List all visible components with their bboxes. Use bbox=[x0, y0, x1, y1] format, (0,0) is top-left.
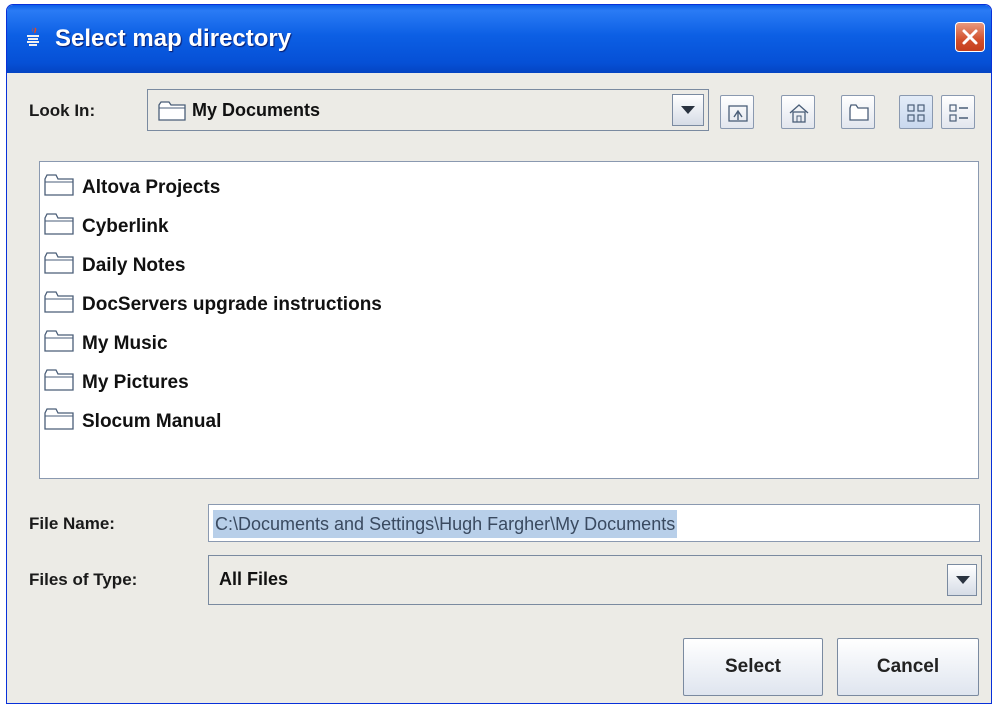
folder-icon bbox=[44, 252, 74, 280]
list-item[interactable]: My Music bbox=[44, 328, 168, 360]
new-folder-icon bbox=[849, 104, 869, 121]
files-of-type-label: Files of Type: bbox=[29, 570, 138, 589]
details-view-icon bbox=[949, 104, 968, 122]
look-in-value: My Documents bbox=[192, 100, 321, 120]
files-of-type-dropdown-arrow[interactable] bbox=[947, 564, 977, 596]
home-icon bbox=[789, 104, 809, 123]
select-map-directory-dialog: Select map directory Look In: My Documen… bbox=[6, 4, 992, 704]
home-button[interactable] bbox=[781, 95, 815, 129]
files-of-type-value: All Files bbox=[219, 569, 289, 589]
look-in-label: Look In: bbox=[29, 101, 96, 120]
file-list[interactable]: Altova Projects Cyberlink Daily Notes Do… bbox=[39, 161, 979, 479]
list-view-icon bbox=[907, 104, 925, 122]
list-item-label: Cyberlink bbox=[82, 216, 169, 237]
folder-icon bbox=[158, 101, 186, 126]
cancel-button[interactable]: Cancel bbox=[837, 638, 979, 696]
folder-icon bbox=[44, 330, 74, 358]
list-view-button[interactable] bbox=[899, 95, 933, 129]
file-name-field[interactable]: C:\Documents and Settings\Hugh Fargher\M… bbox=[208, 504, 980, 542]
look-in-combobox[interactable]: My Documents bbox=[147, 89, 709, 131]
chevron-down-icon bbox=[681, 106, 695, 114]
files-of-type-combobox[interactable]: All Files bbox=[208, 555, 982, 605]
chevron-down-icon bbox=[956, 576, 970, 584]
window-title: Select map directory bbox=[55, 25, 292, 52]
folder-icon bbox=[44, 369, 74, 397]
close-icon bbox=[962, 29, 978, 45]
details-view-button[interactable] bbox=[941, 95, 975, 129]
up-one-level-icon bbox=[728, 105, 748, 122]
select-button[interactable]: Select bbox=[683, 638, 823, 696]
folder-icon bbox=[44, 408, 74, 436]
list-item[interactable]: My Pictures bbox=[44, 367, 189, 399]
file-name-value: C:\Documents and Settings\Hugh Fargher\M… bbox=[213, 510, 678, 538]
close-button[interactable] bbox=[955, 22, 985, 52]
look-in-dropdown-arrow[interactable] bbox=[672, 94, 704, 126]
file-name-label: File Name: bbox=[29, 514, 115, 533]
folder-icon bbox=[44, 213, 74, 241]
title-bar[interactable]: Select map directory bbox=[7, 5, 991, 73]
folder-icon bbox=[44, 174, 74, 202]
list-item[interactable]: Altova Projects bbox=[44, 172, 220, 204]
java-app-icon bbox=[25, 23, 41, 47]
list-item-label: My Music bbox=[82, 333, 168, 354]
folder-icon bbox=[44, 291, 74, 319]
list-item[interactable]: Cyberlink bbox=[44, 211, 169, 243]
list-item-label: DocServers upgrade instructions bbox=[82, 294, 382, 315]
list-item[interactable]: Slocum Manual bbox=[44, 406, 221, 438]
list-item-label: Altova Projects bbox=[82, 177, 221, 198]
up-one-level-button[interactable] bbox=[720, 95, 754, 129]
list-item-label: My Pictures bbox=[82, 372, 189, 393]
list-item-label: Daily Notes bbox=[82, 255, 186, 276]
list-item[interactable]: DocServers upgrade instructions bbox=[44, 289, 382, 321]
list-item[interactable]: Daily Notes bbox=[44, 250, 185, 282]
new-folder-button[interactable] bbox=[841, 95, 875, 129]
list-item-label: Slocum Manual bbox=[82, 411, 222, 432]
